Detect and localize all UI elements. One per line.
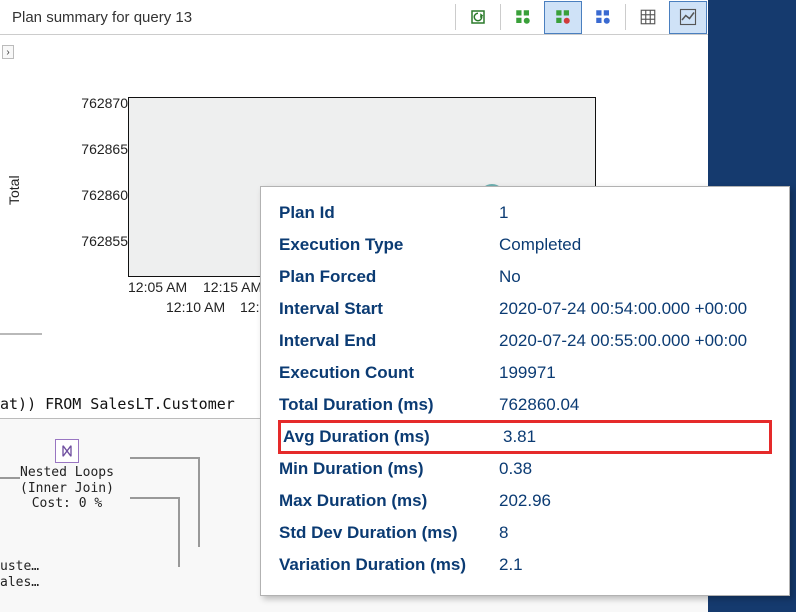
header-title: Plan summary for query 13 [12, 9, 192, 26]
config-green-icon [514, 8, 532, 26]
tooltip-key: Execution Count [279, 363, 499, 383]
header: Plan summary for query 13 [0, 0, 708, 35]
chart-icon [679, 8, 697, 26]
toolbar-divider [625, 4, 626, 30]
config-green-button[interactable] [504, 1, 542, 34]
plan-node-cut: uste… ales… [0, 559, 39, 590]
query-fragment: at)) FROM SalesLT.Customer [0, 395, 235, 413]
collapse-handle[interactable]: › [2, 45, 14, 59]
y-tick: 762855 [81, 233, 128, 249]
y-tick: 762860 [81, 187, 128, 203]
x-tick: 12:05 AM [128, 279, 187, 295]
y-axis-label: Total [6, 175, 22, 205]
tooltip-val: Completed [499, 235, 771, 255]
tooltip-val: 2020-07-24 00:55:00.000 +00:00 [499, 331, 771, 351]
y-ticks: 762870 762865 762860 762855 [60, 95, 128, 281]
x-tick: 12:15 AM [203, 279, 262, 295]
nested-loops-icon [55, 439, 79, 463]
tooltip-key: Plan Id [279, 203, 499, 223]
tooltip-key: Min Duration (ms) [279, 459, 499, 479]
toolbar-divider [500, 4, 501, 30]
grid-icon [639, 8, 657, 26]
config-red-icon [554, 8, 572, 26]
plan-connector [130, 497, 180, 499]
tooltip-key: Std Dev Duration (ms) [279, 523, 499, 543]
toolbar-divider [455, 4, 456, 30]
plan-connector [178, 497, 180, 567]
tooltip-key: Total Duration (ms) [279, 395, 499, 415]
plan-details-tooltip: Plan Id 1 Execution Type Completed Plan … [260, 186, 790, 596]
tooltip-row: Execution Count 199971 [279, 357, 771, 389]
tooltip-row: Interval Start 2020-07-24 00:54:00.000 +… [279, 293, 771, 325]
y-tick: 762870 [81, 95, 128, 111]
chevron-right-icon: › [6, 47, 9, 58]
plan-connector [130, 457, 200, 459]
tooltip-key: Interval End [279, 331, 499, 351]
refresh-icon [469, 8, 487, 26]
plan-node-nested-loops[interactable]: Nested Loops (Inner Join) Cost: 0 % [20, 439, 114, 512]
tooltip-key: Plan Forced [279, 267, 499, 287]
tooltip-key: Max Duration (ms) [279, 491, 499, 511]
plan-connector [198, 457, 200, 547]
plan-node-label: uste… [0, 559, 39, 575]
plan-node-label: ales… [0, 575, 39, 591]
plan-node-cost: Cost: 0 % [20, 496, 114, 512]
tooltip-row: Std Dev Duration (ms) 8 [279, 517, 771, 549]
plan-node-label: Nested Loops [20, 465, 114, 481]
tooltip-row: Plan Forced No [279, 261, 771, 293]
tooltip-key: Variation Duration (ms) [279, 555, 499, 575]
tooltip-row: Execution Type Completed [279, 229, 771, 261]
config-blue-button[interactable] [584, 1, 622, 34]
tooltip-row: Variation Duration (ms) 2.1 [279, 549, 771, 581]
tooltip-val: No [499, 267, 771, 287]
tooltip-val: 762860.04 [499, 395, 771, 415]
tooltip-row: Interval End 2020-07-24 00:55:00.000 +00… [279, 325, 771, 357]
y-tick: 762865 [81, 141, 128, 157]
tooltip-val: 1 [499, 203, 771, 223]
tooltip-key: Execution Type [279, 235, 499, 255]
x-tick: 12:10 AM [166, 299, 225, 315]
plan-node-subtype: (Inner Join) [20, 481, 114, 497]
config-blue-icon [594, 8, 612, 26]
grid-button[interactable] [629, 1, 667, 34]
tooltip-row: Max Duration (ms) 202.96 [279, 485, 771, 517]
tooltip-val: 3.81 [503, 427, 767, 447]
refresh-button[interactable] [459, 1, 497, 34]
tooltip-row-highlighted: Avg Duration (ms) 3.81 [279, 421, 771, 453]
tooltip-val: 2.1 [499, 555, 771, 575]
tooltip-row: Total Duration (ms) 762860.04 [279, 389, 771, 421]
config-red-button[interactable] [544, 1, 582, 34]
tooltip-val: 0.38 [499, 459, 771, 479]
tooltip-val: 2020-07-24 00:54:00.000 +00:00 [499, 299, 771, 319]
plan-connector [0, 477, 20, 479]
tooltip-val: 199971 [499, 363, 771, 383]
tooltip-val: 202.96 [499, 491, 771, 511]
tooltip-key: Avg Duration (ms) [283, 427, 503, 447]
toolbar [453, 0, 708, 34]
chart-button[interactable] [669, 1, 707, 34]
tooltip-row: Plan Id 1 [279, 197, 771, 229]
tooltip-key: Interval Start [279, 299, 499, 319]
tooltip-val: 8 [499, 523, 771, 543]
tooltip-row: Min Duration (ms) 0.38 [279, 453, 771, 485]
